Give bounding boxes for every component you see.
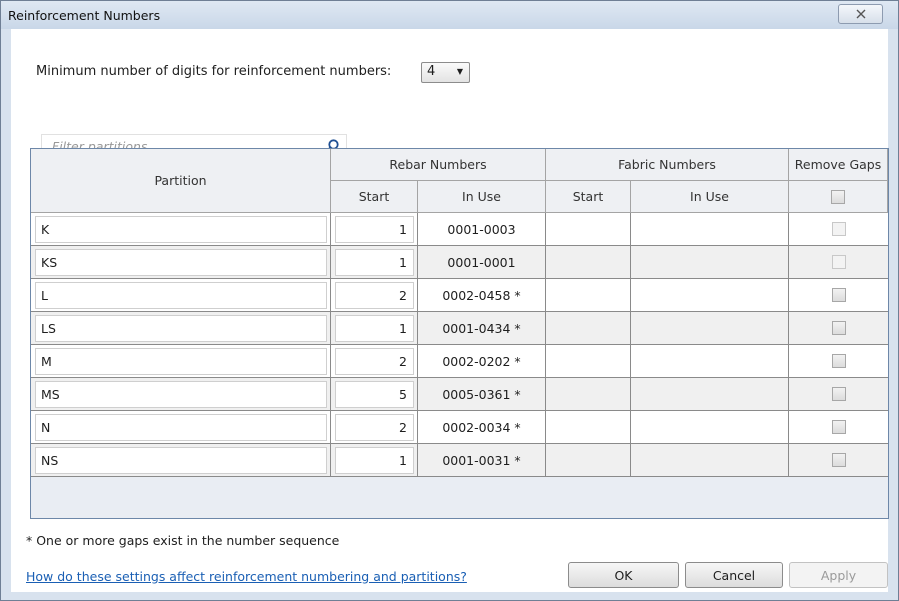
- table-row: N 2 0002-0034 *: [31, 411, 888, 444]
- col-header-partition: Partition: [31, 149, 331, 213]
- rebar-start-cell: [331, 345, 418, 377]
- fabric-in-use-cell: [631, 312, 789, 344]
- rebar-in-use-cell: 0002-0202 *: [418, 345, 546, 377]
- fabric-in-use-cell: [631, 246, 789, 278]
- fabric-in-use-cell: [631, 444, 789, 476]
- col-group-fabric-numbers: Fabric Numbers: [546, 149, 789, 181]
- table-row: M 2 0002-0202 *: [31, 345, 888, 378]
- remove-gaps-cell: [789, 378, 888, 410]
- partition-cell: L: [31, 279, 331, 311]
- partition-cell: LS: [31, 312, 331, 344]
- remove-gaps-checkbox[interactable]: [831, 354, 846, 368]
- fabric-in-use-cell: [631, 345, 789, 377]
- table-row: LS 1 0001-0434 *: [31, 312, 888, 345]
- partition-name-field[interactable]: KS: [35, 249, 327, 276]
- table-row: MS 5 0005-0361 *: [31, 378, 888, 411]
- close-button[interactable]: [838, 4, 883, 24]
- partition-name-field[interactable]: M: [35, 348, 327, 375]
- ok-button[interactable]: OK: [568, 562, 679, 588]
- partition-name-field[interactable]: MS: [35, 381, 327, 408]
- partition-cell: NS: [31, 444, 331, 476]
- fabric-in-use-cell: [631, 411, 789, 443]
- rebar-start-cell: [331, 444, 418, 476]
- chevron-down-icon: ▼: [456, 67, 463, 76]
- fabric-start-cell: [546, 444, 631, 476]
- gaps-footnote: * One or more gaps exist in the number s…: [26, 533, 340, 548]
- fabric-start-cell: [546, 279, 631, 311]
- remove-gaps-checkbox[interactable]: [831, 453, 846, 467]
- partition-name-field[interactable]: L: [35, 282, 327, 309]
- fabric-in-use-cell: [631, 279, 789, 311]
- help-link[interactable]: How do these settings affect reinforceme…: [26, 569, 467, 584]
- remove-gaps-checkbox[interactable]: [831, 321, 846, 335]
- rebar-start-cell: [331, 246, 418, 278]
- rebar-start-cell: [331, 411, 418, 443]
- remove-gaps-all-checkbox[interactable]: [831, 189, 845, 204]
- remove-gaps-checkbox[interactable]: [831, 420, 846, 434]
- remove-gaps-checkbox[interactable]: [831, 387, 846, 401]
- remove-gaps-cell: [789, 213, 888, 245]
- rebar-in-use-cell: 0001-0003: [418, 213, 546, 245]
- partition-cell: KS: [31, 246, 331, 278]
- partition-cell: N: [31, 411, 331, 443]
- fabric-start-cell: [546, 411, 631, 443]
- rebar-start-cell: [331, 312, 418, 344]
- table-row: NS 1 0001-0031 *: [31, 444, 888, 477]
- col-header-fabric-start: Start: [546, 181, 631, 213]
- col-group-rebar-numbers: Rebar Numbers: [331, 149, 546, 181]
- dialog-window: Reinforcement Numbers Minimum number of …: [0, 0, 899, 601]
- rebar-in-use-cell: 0001-0434 *: [418, 312, 546, 344]
- fabric-start-cell: [546, 345, 631, 377]
- table-row: L 2 0002-0458 *: [31, 279, 888, 312]
- table-row: KS 1 0001-0001: [31, 246, 888, 279]
- partition-cell: K: [31, 213, 331, 245]
- fabric-start-cell: [546, 312, 631, 344]
- partition-name-field[interactable]: LS: [35, 315, 327, 342]
- partitions-table: Partition Rebar Numbers Fabric Numbers R…: [30, 148, 889, 519]
- remove-gaps-all-cell: [789, 181, 888, 213]
- title-bar: Reinforcement Numbers: [1, 1, 898, 29]
- remove-gaps-checkbox[interactable]: [831, 255, 846, 269]
- rebar-start-cell: [331, 279, 418, 311]
- digits-label: Minimum number of digits for reinforceme…: [36, 64, 392, 79]
- fabric-start-cell: [546, 246, 631, 278]
- rebar-in-use-cell: 0002-0034 *: [418, 411, 546, 443]
- fabric-in-use-cell: [631, 378, 789, 410]
- rebar-start-cell: [331, 213, 418, 245]
- fabric-start-cell: [546, 378, 631, 410]
- fabric-in-use-cell: [631, 213, 789, 245]
- remove-gaps-cell: [789, 312, 888, 344]
- partition-name-field[interactable]: N: [35, 414, 327, 441]
- col-header-remove-gaps: Remove Gaps: [789, 149, 888, 181]
- remove-gaps-cell: [789, 345, 888, 377]
- col-header-fabric-in-use: In Use: [631, 181, 789, 213]
- digits-dropdown[interactable]: 4 ▼: [421, 62, 470, 83]
- rebar-in-use-cell: 0005-0361 *: [418, 378, 546, 410]
- rebar-in-use-cell: 0001-0031 *: [418, 444, 546, 476]
- rebar-in-use-cell: 0002-0458 *: [418, 279, 546, 311]
- remove-gaps-checkbox[interactable]: [831, 222, 846, 236]
- rebar-start-cell: [331, 378, 418, 410]
- remove-gaps-cell: [789, 411, 888, 443]
- partition-cell: M: [31, 345, 331, 377]
- close-icon: [856, 9, 865, 19]
- partition-name-field[interactable]: K: [35, 216, 327, 243]
- fabric-start-cell: [546, 213, 631, 245]
- apply-button[interactable]: Apply: [789, 562, 888, 588]
- digits-value: 4: [427, 64, 436, 79]
- table-row: K 1 0001-0003: [31, 213, 888, 246]
- partition-cell: MS: [31, 378, 331, 410]
- remove-gaps-checkbox[interactable]: [831, 288, 846, 302]
- remove-gaps-cell: [789, 279, 888, 311]
- col-header-rebar-start: Start: [331, 181, 418, 213]
- partition-name-field[interactable]: NS: [35, 447, 327, 474]
- col-header-rebar-in-use: In Use: [418, 181, 546, 213]
- window-title: Reinforcement Numbers: [8, 8, 161, 23]
- cancel-button[interactable]: Cancel: [685, 562, 783, 588]
- rebar-in-use-cell: 0001-0001: [418, 246, 546, 278]
- remove-gaps-cell: [789, 246, 888, 278]
- remove-gaps-cell: [789, 444, 888, 476]
